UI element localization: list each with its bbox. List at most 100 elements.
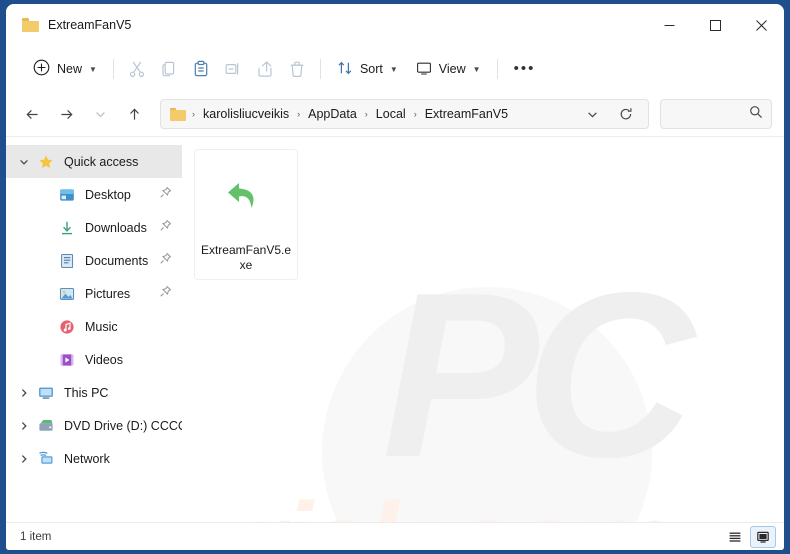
chevron-down-icon[interactable] [13, 157, 35, 167]
monitor-icon [416, 60, 432, 79]
breadcrumb-item-0[interactable]: karolisliucveikis [198, 104, 294, 124]
download-icon [56, 220, 78, 236]
breadcrumb-separator: › [364, 109, 368, 119]
back-button[interactable] [16, 98, 48, 130]
chevron-down-icon: ▼ [472, 64, 481, 74]
sidebar-item-videos[interactable]: Videos [6, 343, 182, 376]
refresh-button[interactable] [610, 98, 642, 130]
sort-arrows-icon [337, 60, 353, 79]
watermark-pc-text: PC [382, 243, 694, 506]
desktop-icon [56, 187, 78, 203]
rename-button[interactable] [217, 53, 249, 85]
sidebar-item-label: Desktop [85, 187, 131, 202]
dvd-drive-icon [35, 418, 57, 434]
sidebar-item-label: Network [64, 451, 110, 466]
sidebar-item-music[interactable]: Music [6, 310, 182, 343]
toolbar-divider-1 [112, 59, 114, 79]
file-list-view[interactable]: PC risk.com ExtreamFanV5.exe [182, 137, 784, 522]
pin-icon[interactable] [159, 252, 172, 270]
address-bar: › karolisliucveikis › AppData › Local › … [6, 92, 784, 136]
close-button[interactable] [738, 4, 784, 46]
folder-icon [170, 107, 186, 121]
paste-button[interactable] [185, 53, 217, 85]
chevron-down-icon: ▼ [389, 64, 398, 74]
toolbar-divider-2 [319, 59, 321, 79]
file-grid: ExtreamFanV5.exe [182, 137, 784, 280]
maximize-button[interactable] [692, 4, 738, 46]
list-view-icon[interactable] [722, 526, 748, 548]
title-bar-left: ExtreamFanV5 [6, 18, 131, 32]
sidebar-item-desktop[interactable]: Desktop [6, 178, 182, 211]
breadcrumb-item-1[interactable]: AppData [303, 104, 362, 124]
command-bar: New ▼ Sort ▼ View ▼ ••• [6, 46, 784, 92]
status-bar: 1 item [6, 522, 784, 550]
sidebar-item-label: Downloads [85, 220, 147, 235]
star-icon [35, 154, 57, 170]
watermark-magnifier [322, 287, 652, 522]
search-box[interactable] [660, 99, 772, 129]
view-button[interactable]: View ▼ [407, 53, 490, 85]
up-button[interactable] [118, 98, 150, 130]
sidebar-item-pictures[interactable]: Pictures [6, 277, 182, 310]
pin-icon[interactable] [159, 219, 172, 237]
title-bar: ExtreamFanV5 [6, 4, 784, 46]
new-button-label: New [57, 62, 83, 76]
sidebar-item-label: Quick access [64, 154, 139, 169]
sidebar-item-dvd-drive[interactable]: DVD Drive (D:) CCCC [6, 409, 182, 442]
watermark-risk-text: risk.com [242, 487, 675, 523]
sidebar-item-label: DVD Drive (D:) CCCC [64, 418, 182, 433]
folder-icon [22, 18, 39, 32]
minimize-button[interactable] [646, 4, 692, 46]
search-input[interactable] [669, 107, 749, 121]
sort-button[interactable]: Sort ▼ [328, 53, 407, 85]
delete-button[interactable] [281, 53, 313, 85]
pin-icon[interactable] [159, 186, 172, 204]
share-button[interactable] [249, 53, 281, 85]
address-dropdown-button[interactable] [576, 98, 608, 130]
navigation-pane: Quick access Desktop Downloads Documents… [6, 137, 182, 522]
file-explorer-window: ExtreamFanV5 New ▼ Sort ▼ View ▼ ••• › k… [6, 4, 784, 550]
breadcrumb-separator: › [192, 109, 195, 119]
sidebar-item-label: This PC [64, 385, 109, 400]
sidebar-item-label: Videos [85, 352, 123, 367]
window-controls [646, 4, 784, 46]
view-toggle-group [722, 525, 776, 548]
sidebar-item-downloads[interactable]: Downloads [6, 211, 182, 244]
see-more-button[interactable]: ••• [505, 53, 545, 85]
pictures-icon [56, 286, 78, 302]
sidebar-item-this-pc[interactable]: This PC [6, 376, 182, 409]
sidebar-item-label: Documents [85, 253, 149, 268]
file-item[interactable]: ExtreamFanV5.exe [194, 149, 298, 280]
toolbar-divider-3 [496, 59, 498, 79]
sidebar-item-quick-access[interactable]: Quick access [6, 145, 182, 178]
sidebar-item-label: Music [85, 319, 118, 334]
copy-button[interactable] [153, 53, 185, 85]
chevron-right-icon[interactable] [13, 388, 35, 398]
recent-locations-button[interactable] [84, 98, 116, 130]
breadcrumb-separator: › [413, 109, 417, 119]
large-icons-view-icon[interactable] [750, 525, 776, 548]
breadcrumb[interactable]: › karolisliucveikis › AppData › Local › … [160, 99, 649, 129]
breadcrumb-item-3[interactable]: ExtreamFanV5 [420, 104, 513, 124]
cut-button[interactable] [121, 53, 153, 85]
chevron-right-icon[interactable] [13, 421, 35, 431]
ellipsis-icon: ••• [513, 60, 536, 77]
chevron-down-icon: ▼ [89, 64, 97, 74]
sidebar-item-documents[interactable]: Documents [6, 244, 182, 277]
documents-icon [56, 253, 78, 269]
green-arrow-icon [204, 154, 288, 238]
breadcrumb-actions [576, 98, 642, 130]
music-icon [56, 319, 78, 335]
breadcrumb-separator: › [297, 109, 301, 119]
chevron-right-icon[interactable] [13, 454, 35, 464]
file-name-label: ExtreamFanV5.exe [200, 243, 292, 272]
sort-button-label: Sort [359, 62, 383, 76]
new-button[interactable]: New ▼ [24, 53, 106, 85]
sidebar-item-network[interactable]: Network [6, 442, 182, 475]
breadcrumb-item-2[interactable]: Local [371, 104, 411, 124]
pin-icon[interactable] [159, 285, 172, 303]
explorer-body: Quick access Desktop Downloads Documents… [6, 136, 784, 522]
videos-icon [56, 352, 78, 368]
plus-circle-icon [33, 59, 50, 79]
forward-button[interactable] [50, 98, 82, 130]
